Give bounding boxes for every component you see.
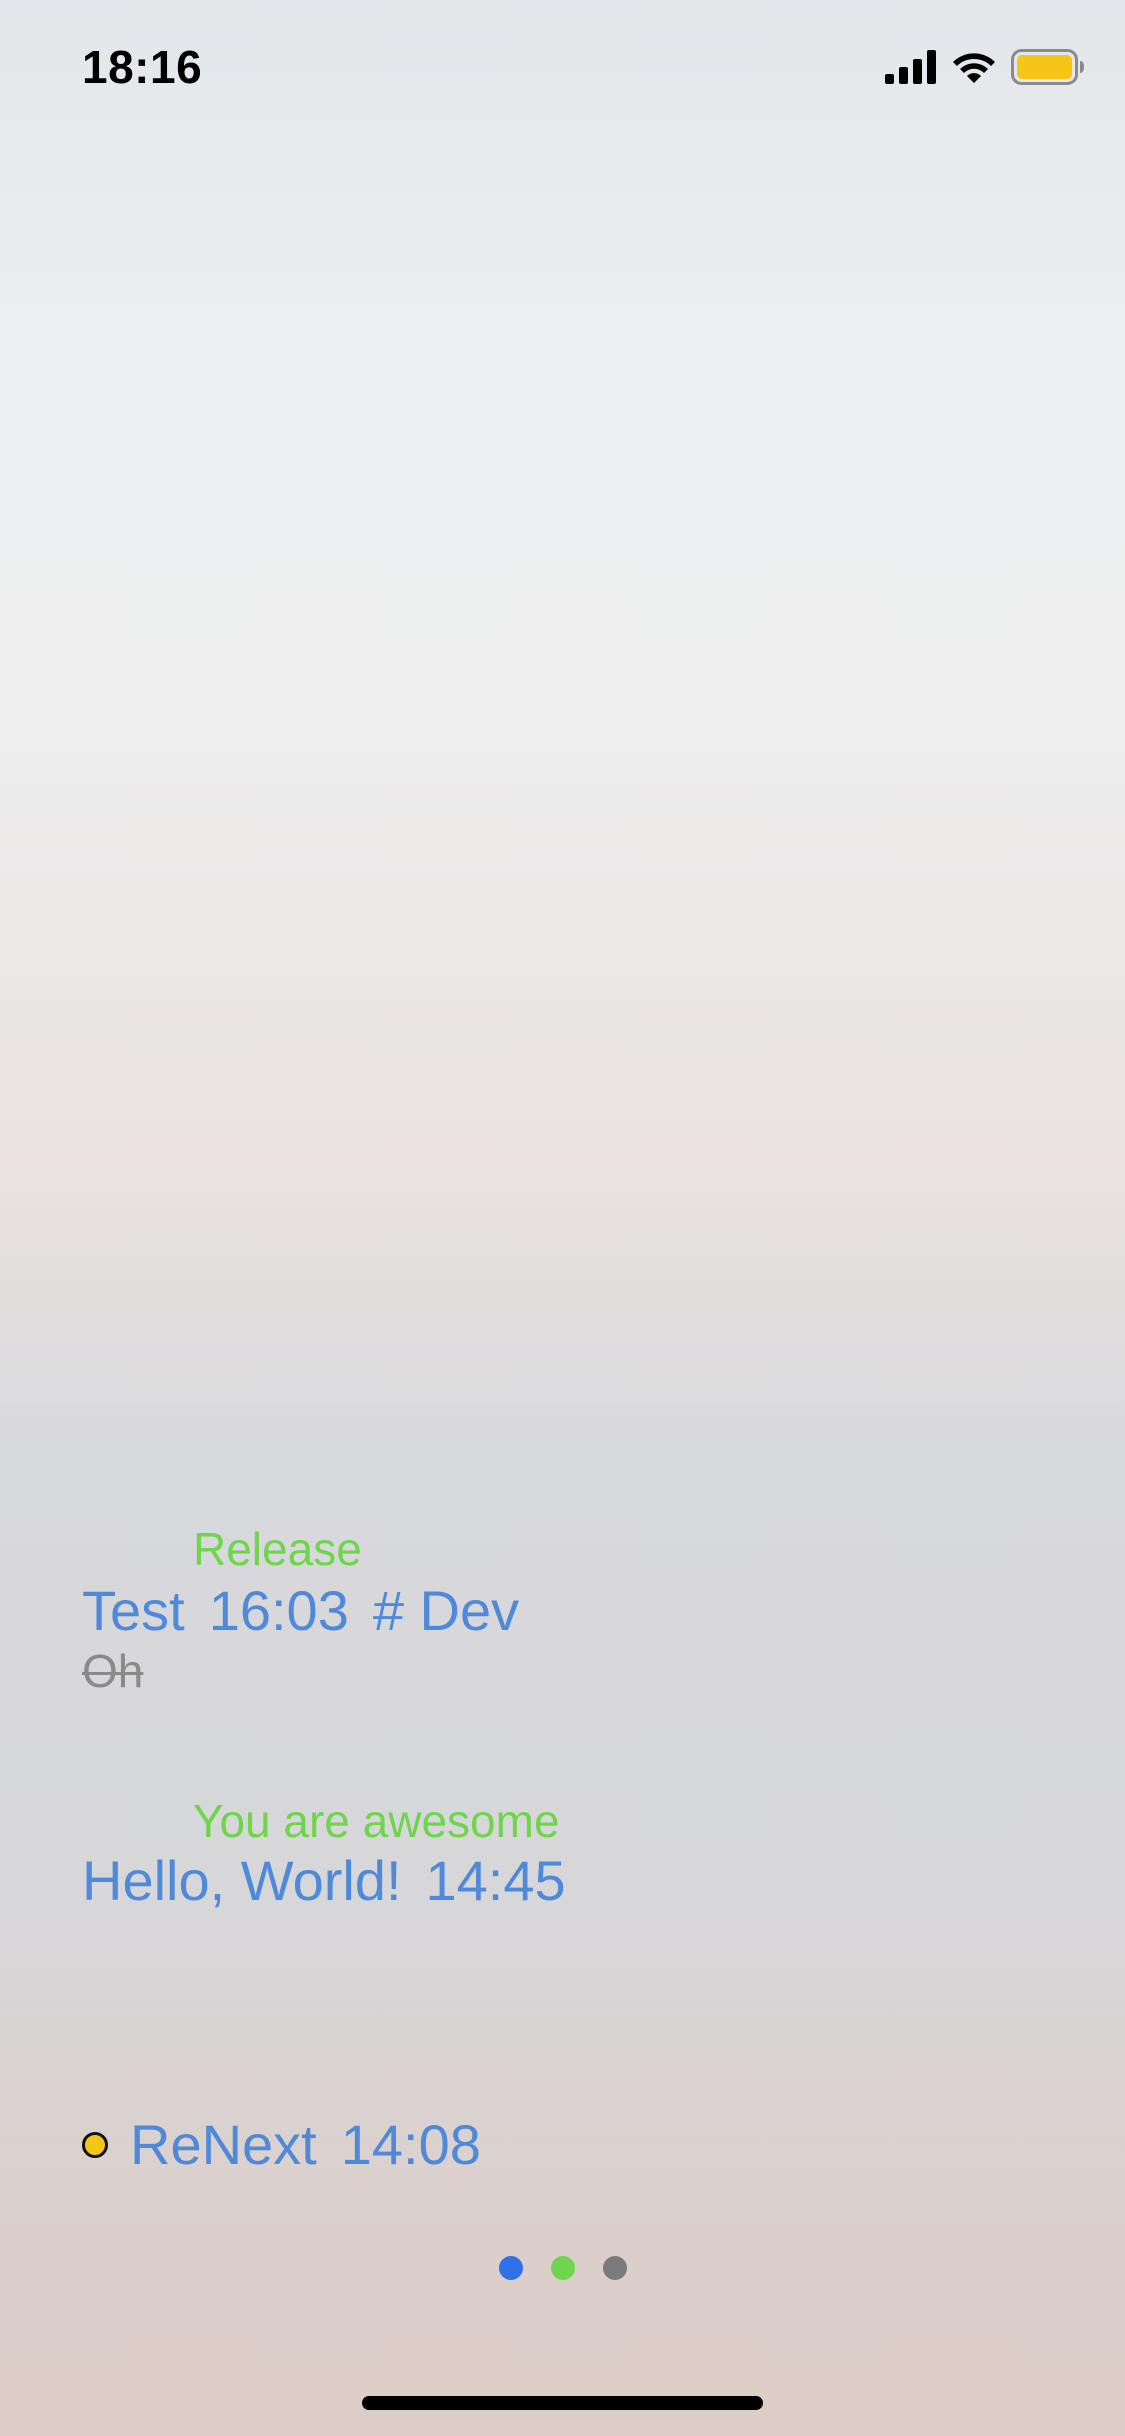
- task-tag: Release: [193, 1523, 362, 1575]
- page-dot-2[interactable]: [550, 2256, 575, 2280]
- status-icons: [885, 48, 1085, 90]
- task-time: 14:08: [340, 2113, 481, 2176]
- task-title: ReNext: [130, 2113, 317, 2176]
- task-time: 16:03: [208, 1579, 349, 1642]
- task-title: Hello, World!: [82, 1849, 402, 1912]
- status-time: 18:16: [82, 41, 203, 93]
- task-title-line: ReNext 14:08: [130, 2113, 481, 2177]
- page-dot-1[interactable]: [498, 2256, 523, 2280]
- task-tag: You are awesome: [193, 1795, 560, 1847]
- battery-icon: [1011, 48, 1085, 90]
- task-title-line: Hello, World! 14:45: [82, 1849, 566, 1913]
- home-indicator[interactable]: [362, 2396, 763, 2410]
- task-item[interactable]: ReNext 14:08: [82, 2113, 481, 2177]
- page-dot-3[interactable]: [602, 2256, 627, 2280]
- completed-subtask: Oh: [82, 1645, 144, 1697]
- page-indicator[interactable]: [0, 2256, 1125, 2280]
- task-title: Test: [82, 1579, 185, 1642]
- task-category: # Dev: [372, 1579, 520, 1642]
- task-item[interactable]: Release Test 16:03 # Dev Oh: [82, 1521, 519, 1699]
- status-bar: 18:16: [0, 0, 1125, 140]
- task-time: 14:45: [425, 1849, 566, 1912]
- cellular-signal-icon: [885, 49, 937, 89]
- status-dot-icon: [82, 2132, 108, 2158]
- task-item[interactable]: You are awesome Hello, World! 14:45: [82, 1793, 566, 1913]
- wifi-icon: [951, 50, 997, 89]
- task-title-line: Test 16:03 # Dev: [82, 1579, 519, 1643]
